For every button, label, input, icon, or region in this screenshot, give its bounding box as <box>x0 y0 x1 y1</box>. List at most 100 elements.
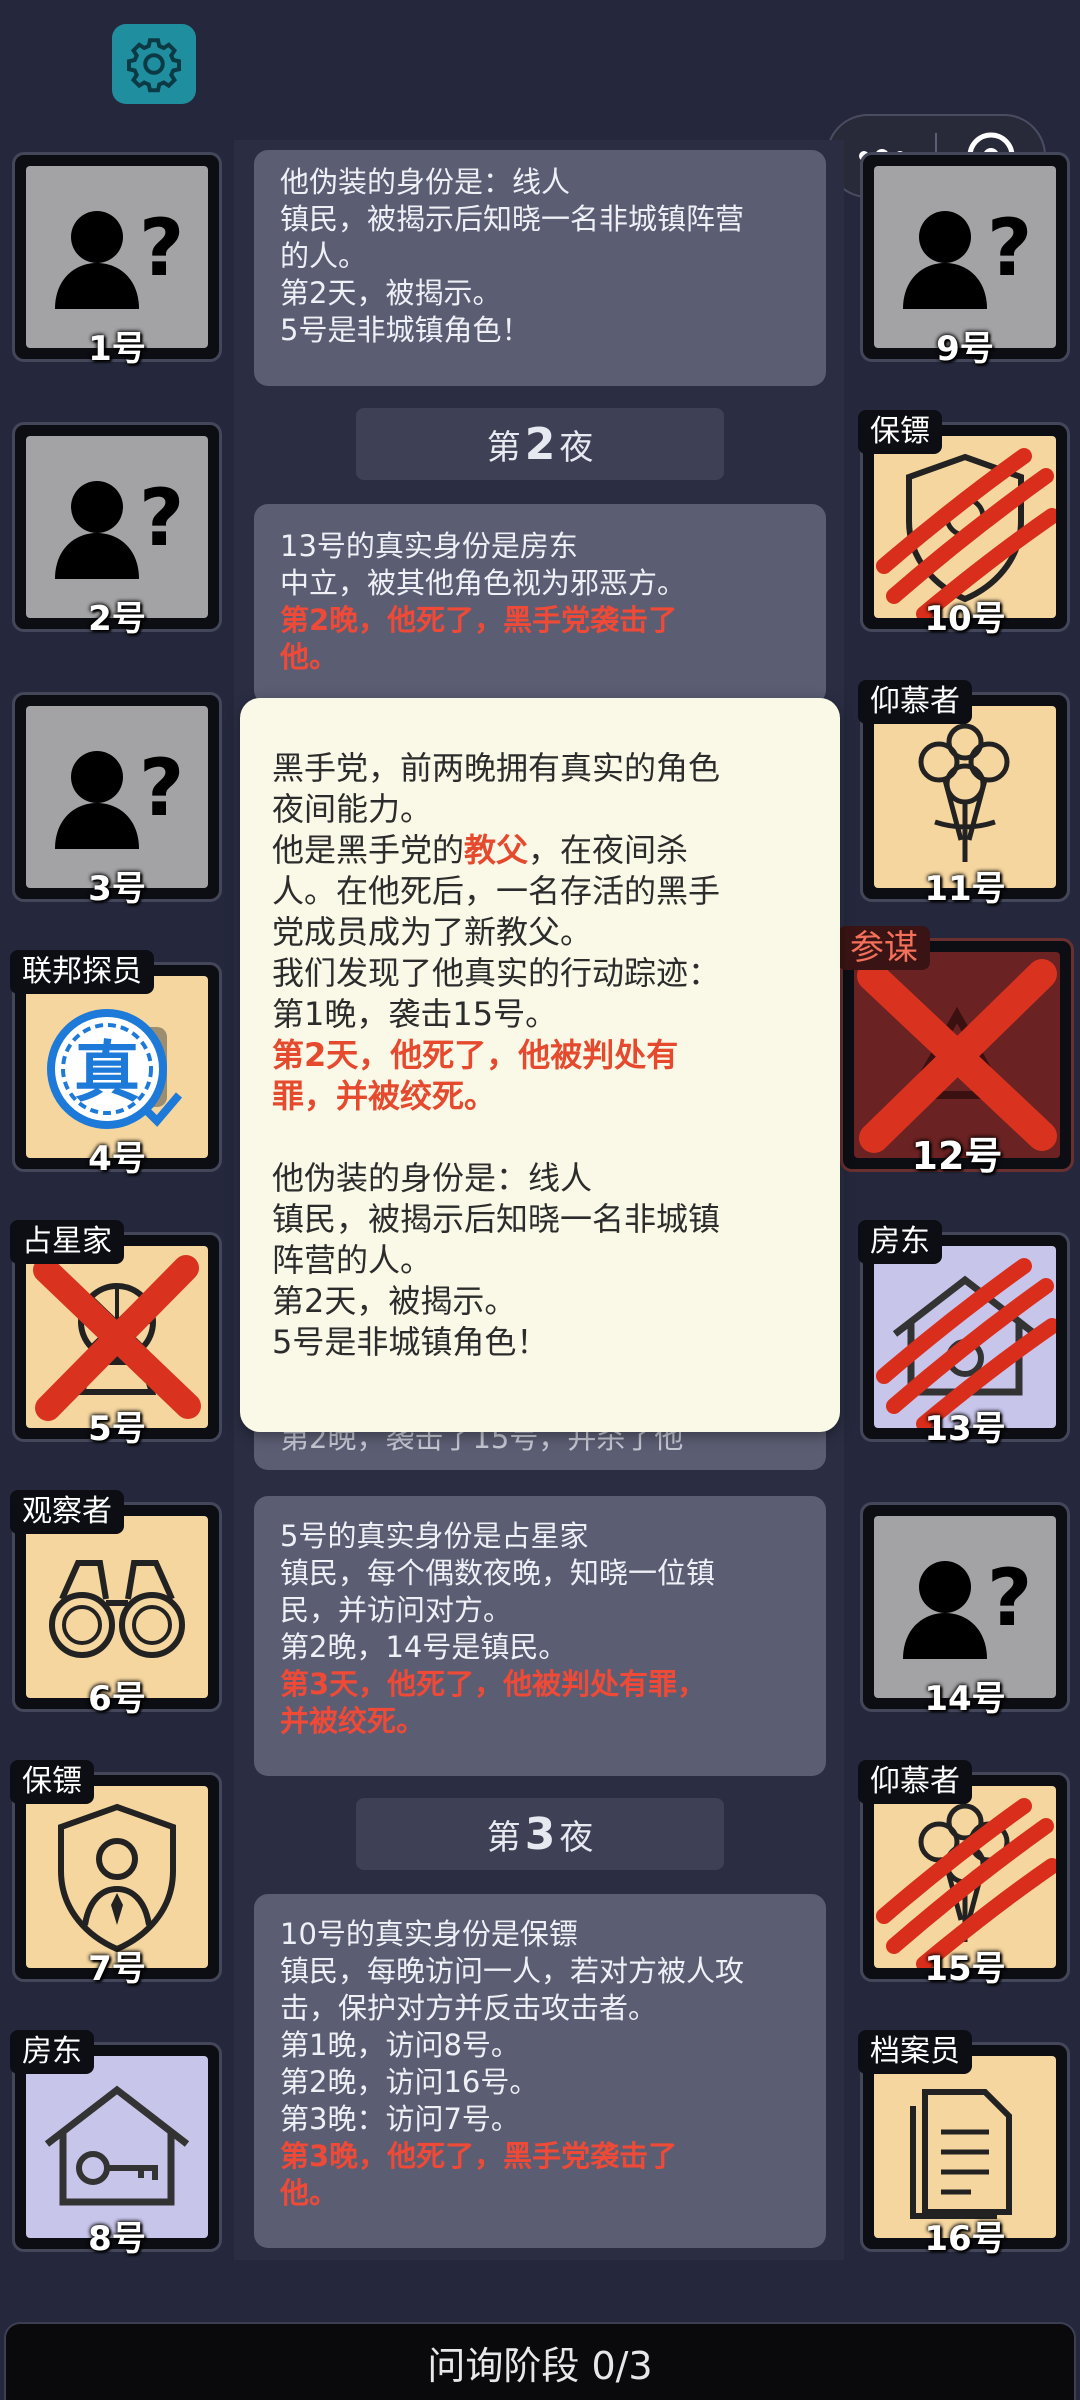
role-tag: 仰慕者 <box>858 680 972 724</box>
player-slot-14[interactable]: ? 14号 <box>860 1502 1070 1719</box>
player-slot-10[interactable]: 保镖 10号 <box>858 410 1070 639</box>
role-tag: 占星家 <box>10 1220 124 1264</box>
log-line: 击，保护对方并反击攻击者。 <box>280 1991 658 2025</box>
player-number: 8号 <box>88 2219 146 2259</box>
roses-icon <box>918 723 1010 862</box>
popup-line: 人。在他死后，一名存活的黑手 <box>272 872 721 910</box>
popup-line: 夜间能力。 <box>272 790 433 828</box>
night-suffix: 夜 <box>559 1817 594 1858</box>
night-prefix: 第 <box>486 1817 521 1858</box>
player-number: 13号 <box>924 1409 1006 1449</box>
night-suffix: 夜 <box>559 427 594 468</box>
player-number: 10号 <box>924 599 1006 639</box>
popup-line: 第1晚，袭击15号。 <box>272 995 558 1033</box>
popup-line: 黑手党，前两晚拥有真实的角色 <box>272 749 721 787</box>
player-number: 11号 <box>924 869 1006 909</box>
player-slot-8[interactable]: 房东 8号 <box>10 2030 222 2259</box>
night-prefix: 第 <box>486 427 521 468</box>
svg-text:真: 真 <box>74 1034 140 1111</box>
log-line: 第2天，被揭示。 <box>280 276 502 310</box>
player-slot-11[interactable]: 仰慕者 11号 <box>858 680 1070 909</box>
svg-text:?: ? <box>139 474 184 564</box>
night-2-header: 第 2 夜 <box>356 408 724 480</box>
player-slot-6[interactable]: 观察者 6号 <box>10 1490 222 1719</box>
popup-line: 我们发现了他真实的行动踪迹： <box>272 954 721 992</box>
death-line: 并被绞死。 <box>280 1704 426 1738</box>
unknown-person-icon: ? <box>903 1554 1032 1659</box>
death-line: 第3天，他死了，他被判处有罪， <box>280 1667 707 1701</box>
log-line: 13号的真实身份是房东 <box>280 529 578 563</box>
player-number: 5号 <box>88 1409 146 1449</box>
player-number: 4号 <box>88 1139 146 1179</box>
popup-gap <box>272 1117 806 1158</box>
player-slot-16[interactable]: 档案员 16号 <box>858 2030 1070 2259</box>
log-line: 5号是非城镇角色！ <box>280 313 531 347</box>
role-tag: 房东 <box>10 2030 94 2074</box>
svg-text:?: ? <box>139 744 184 834</box>
role-tag: 观察者 <box>10 1490 124 1534</box>
gear-icon <box>127 38 181 93</box>
player-number: 6号 <box>88 1679 146 1719</box>
unknown-person-icon: ? <box>903 204 1032 309</box>
popup-text: ，在夜间杀 <box>528 831 689 869</box>
death-line: 第2晚，他死了，黑手党袭击了 <box>280 603 678 637</box>
log-line: 第3晚：访问7号。 <box>280 2102 520 2136</box>
log-card-player-13: 13号的真实身份是房东 中立，被其他角色视为邪恶方。 第2晚，他死了，黑手党袭击… <box>254 504 826 704</box>
player-slot-5[interactable]: 占星家 5号 <box>10 1220 222 1449</box>
popup-line: 他是黑手党的教父，在夜间杀 <box>272 830 806 871</box>
log-line: 中立，被其他角色视为邪恶方。 <box>280 566 687 600</box>
player-slot-12[interactable]: 参谋 12号 <box>838 926 1074 1178</box>
death-line: 第2天，他死了，他被判处有 <box>272 1036 679 1074</box>
log-line: 镇民，每晚访问一人，若对方被人攻 <box>280 1954 745 1988</box>
player-slot-7[interactable]: 保镖 7号 <box>10 1760 222 1989</box>
true-seal-icon: 真 <box>47 1009 183 1129</box>
player-number: 12号 <box>911 1134 1003 1178</box>
log-line: 5号的真实身份是占星家 <box>280 1519 589 1553</box>
player-slot-4[interactable]: 真 联邦探员 4号 <box>10 950 222 1179</box>
role-tag: 档案员 <box>858 2030 972 2074</box>
role-tag: 联邦探员 <box>10 950 154 994</box>
log-line: 民，并访问对方。 <box>280 1593 513 1627</box>
player-slot-2[interactable]: ? 2号 <box>12 422 222 639</box>
popup-line: 镇民，被揭示后知晓一名非城镇 <box>272 1200 721 1238</box>
log-line: 他伪装的身份是：线人 <box>280 165 571 199</box>
death-line: 罪，并被绞死。 <box>272 1077 497 1115</box>
svg-text:?: ? <box>987 204 1032 294</box>
settings-button[interactable] <box>112 24 196 104</box>
role-tag: 仰慕者 <box>858 1760 972 1804</box>
player-number: 15号 <box>924 1949 1006 1989</box>
player-slot-1[interactable]: ? 1号 <box>12 152 222 369</box>
log-line: 镇民，被揭示后知晓一名非城镇阵营 <box>280 202 745 236</box>
popup-text: 他是黑手党的 <box>272 831 465 869</box>
player-number: 9号 <box>936 329 994 369</box>
svg-text:?: ? <box>987 1554 1032 1644</box>
player-slot-3[interactable]: ? 3号 <box>12 692 222 909</box>
role-tag: 保镖 <box>10 1760 94 1804</box>
player-number: 2号 <box>88 599 146 639</box>
popup-line: 阵营的人。 <box>272 1241 433 1279</box>
night-number: 3 <box>524 1808 556 1860</box>
player-number: 7号 <box>88 1949 146 1989</box>
log-line: 镇民，每个偶数夜晚，知晓一位镇 <box>280 1556 716 1590</box>
log-card-top: 他伪装的身份是：线人 镇民，被揭示后知晓一名非城镇阵营 的人。 第2天，被揭示。… <box>254 150 826 386</box>
log-card-player-10: 10号的真实身份是保镖 镇民，每晚访问一人，若对方被人攻 击，保护对方并反击攻击… <box>254 1894 826 2248</box>
player-slot-15[interactable]: 仰慕者 15号 <box>858 1760 1070 1989</box>
role-tag: 房东 <box>858 1220 942 1264</box>
player-detail-popup[interactable]: 黑手党，前两晚拥有真实的角色 夜间能力。 他是黑手党的教父，在夜间杀 人。在他死… <box>240 698 840 1432</box>
role-tag: 参谋 <box>838 926 930 970</box>
log-card-player-5: 5号的真实身份是占星家 镇民，每个偶数夜晚，知晓一位镇 民，并访问对方。 第2晚… <box>254 1496 826 1776</box>
player-slot-9[interactable]: ? 9号 <box>860 152 1070 369</box>
log-line: 的人。 <box>280 239 368 273</box>
death-line: 他。 <box>280 640 339 674</box>
phase-label: 问询阶段 0/3 <box>427 2343 653 2388</box>
popup-line: 5号是非城镇角色！ <box>272 1323 549 1361</box>
player-slot-13[interactable]: 房东 13号 <box>858 1220 1070 1449</box>
log-line: 第1晚，访问8号。 <box>280 2028 520 2062</box>
bodyguard-icon <box>58 1803 176 1953</box>
documents-icon <box>910 2089 1012 2219</box>
night-3-header: 第 3 夜 <box>356 1798 724 1870</box>
unknown-person-icon: ? <box>55 204 184 309</box>
popup-line: 第2天，被揭示。 <box>272 1282 517 1320</box>
death-line: 他。 <box>280 2176 339 2210</box>
player-number: 3号 <box>88 869 146 909</box>
